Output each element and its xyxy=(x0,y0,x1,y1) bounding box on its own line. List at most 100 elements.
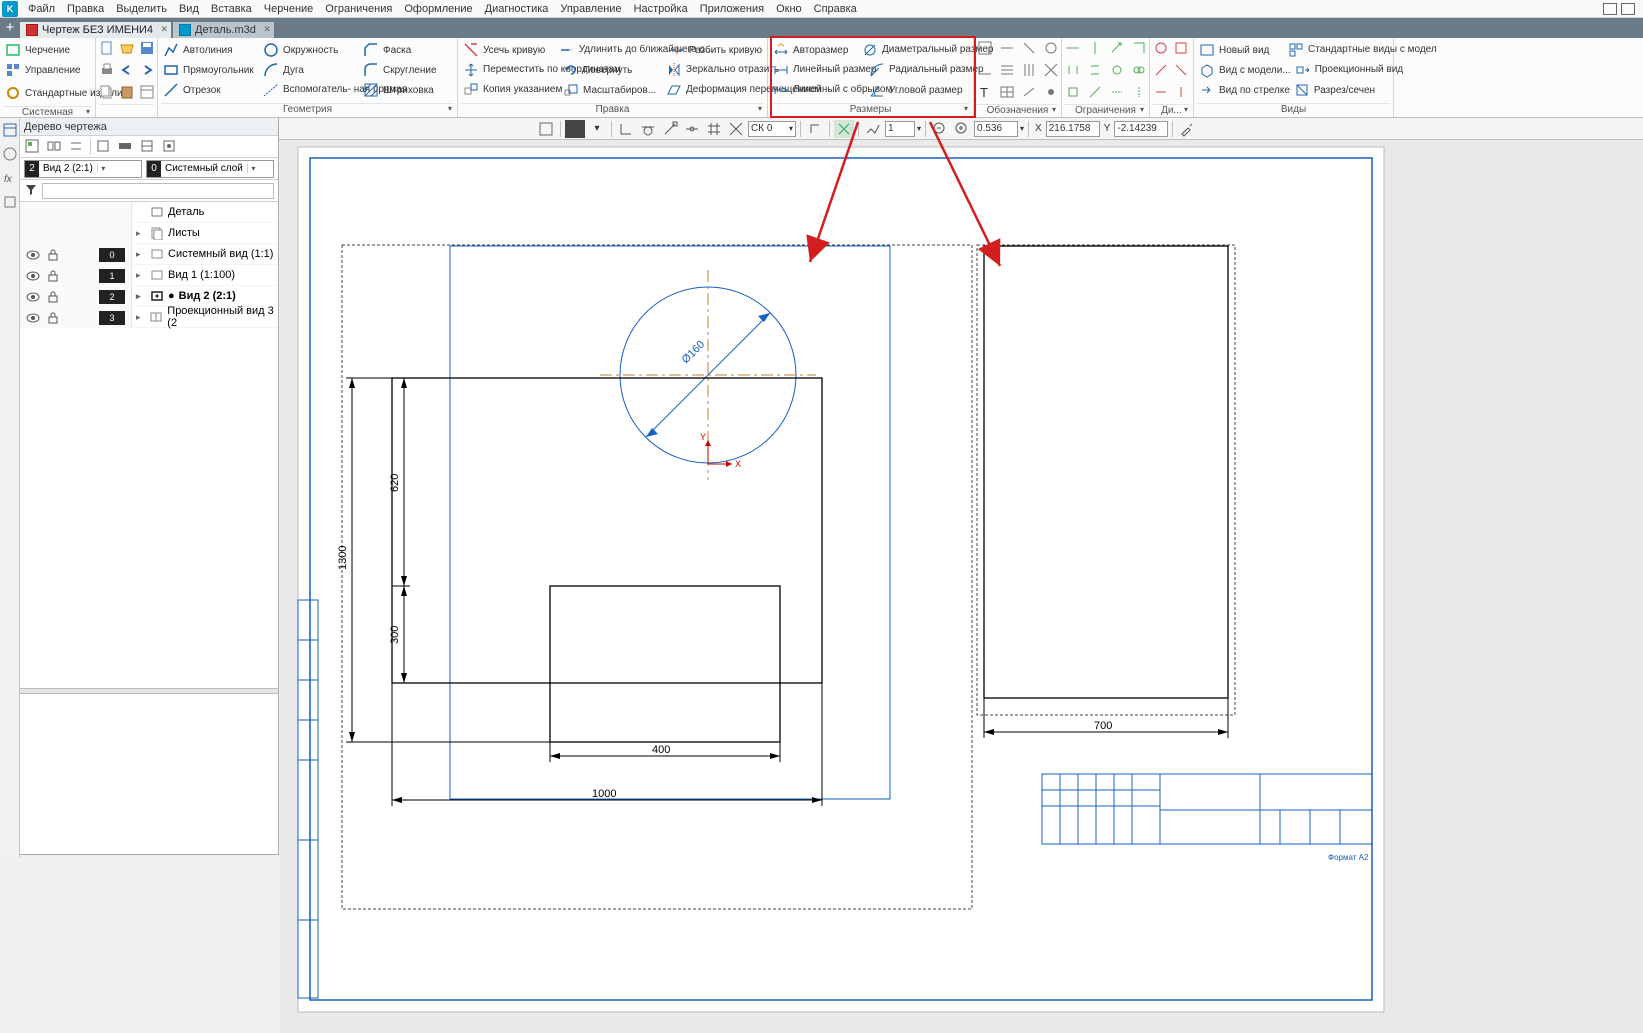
tree-node-root[interactable]: Деталь xyxy=(132,202,278,223)
menu-settings[interactable]: Настройка xyxy=(628,3,694,15)
note-icon[interactable] xyxy=(999,62,1017,80)
tree-node-view[interactable]: ▸Проекционный вид 3 (2 xyxy=(132,307,278,328)
scale-field[interactable]: 0.536 xyxy=(974,121,1018,137)
note-icon[interactable] xyxy=(1021,40,1039,58)
menu-diagnostics[interactable]: Диагностика xyxy=(479,3,555,15)
copy-by-point-button[interactable]: Копия указанием xyxy=(461,80,561,100)
note-icon[interactable] xyxy=(1043,40,1061,58)
table-icon[interactable] xyxy=(999,84,1017,102)
expand-icon[interactable]: ▸ xyxy=(136,228,146,239)
tree-tool-icon[interactable] xyxy=(161,138,179,156)
dropdown-icon[interactable]: ▾ xyxy=(86,107,90,116)
rotate-button[interactable]: Повернуть xyxy=(561,60,664,80)
view-combo[interactable]: 2 Вид 2 (2:1) ▾ xyxy=(24,160,142,178)
radial-dim-button[interactable]: Радиальный размер xyxy=(867,60,977,80)
color-swatch[interactable] xyxy=(565,120,585,138)
note-icon[interactable] xyxy=(1021,62,1039,80)
open-icon[interactable] xyxy=(119,40,137,58)
chamfer-button[interactable]: Фаска xyxy=(361,40,451,60)
new-icon[interactable] xyxy=(99,40,117,58)
tree-tool-icon[interactable] xyxy=(95,138,113,156)
layout-split-icon[interactable] xyxy=(1621,3,1635,15)
fillet-button[interactable]: Скругление xyxy=(361,60,451,80)
arrow-view-button[interactable]: Вид по стрелке xyxy=(1197,80,1292,100)
layer-combo[interactable]: 0 Системный слой ▾ xyxy=(146,160,274,178)
dropdown-icon[interactable]: ▾ xyxy=(1140,105,1144,114)
zoom-out-icon[interactable] xyxy=(930,120,950,138)
menu-manage[interactable]: Управление xyxy=(554,3,627,15)
snap-grid-icon[interactable] xyxy=(704,120,724,138)
tree-node-view[interactable]: ▸Вид 1 (1:100) xyxy=(132,265,278,286)
mirror-button[interactable]: Зеркально отразить xyxy=(664,60,764,80)
diag-icon[interactable] xyxy=(1173,84,1191,102)
menu-file[interactable]: Файл xyxy=(22,3,61,15)
dropdown-icon[interactable]: ▾ xyxy=(587,120,607,138)
y-field[interactable]: -2.14239 xyxy=(1114,121,1168,137)
tree-tool-icon[interactable] xyxy=(68,138,86,156)
rectangle-button[interactable]: Прямоугольник xyxy=(161,60,261,80)
tree-tool-icon[interactable] xyxy=(139,138,157,156)
zoom-in-icon[interactable] xyxy=(952,120,972,138)
note-icon[interactable] xyxy=(1043,62,1061,80)
params-tab-icon[interactable] xyxy=(2,146,18,162)
constraint-icon[interactable] xyxy=(1065,62,1083,80)
lock-icon[interactable] xyxy=(46,269,60,283)
layout-single-icon[interactable] xyxy=(1603,3,1617,15)
trim-button[interactable]: Усечь кривую xyxy=(461,40,557,60)
menu-edit[interactable]: Правка xyxy=(61,3,110,15)
constraint-icon[interactable] xyxy=(1131,40,1149,58)
mode-drafting-button[interactable]: Черчение xyxy=(3,40,92,60)
constraint-icon[interactable] xyxy=(1109,84,1127,102)
angular-dim-button[interactable]: Угловой размер xyxy=(867,80,970,100)
doc-tab-part[interactable]: Деталь.m3d ✕ xyxy=(173,22,274,38)
model-view-button[interactable]: Вид с модели... xyxy=(1197,60,1293,80)
dropdown-icon[interactable]: ▾ xyxy=(448,104,452,113)
constraint-icon[interactable] xyxy=(1131,84,1149,102)
scale-button[interactable]: Масштабиров... xyxy=(561,80,664,100)
autoline-button[interactable]: Автолиния xyxy=(161,40,261,60)
constraint-icon[interactable] xyxy=(1109,62,1127,80)
x-field[interactable]: 216.1758 xyxy=(1046,121,1100,137)
lock-icon[interactable] xyxy=(46,311,60,325)
eyedrop-icon[interactable] xyxy=(1177,120,1197,138)
snap-tan-icon[interactable] xyxy=(638,120,658,138)
autodim-button[interactable]: Авторазмер xyxy=(771,40,860,60)
move-button[interactable]: Переместить по координатам xyxy=(461,60,561,80)
ortho-toggle[interactable] xyxy=(834,120,854,138)
split-button[interactable]: Разбить кривую xyxy=(667,40,764,60)
tree-tool-icon[interactable] xyxy=(117,138,135,156)
text-icon[interactable]: T xyxy=(977,84,995,102)
diag-icon[interactable] xyxy=(1153,62,1171,80)
copy-icon[interactable] xyxy=(99,84,117,102)
vars-tab-icon[interactable] xyxy=(2,194,18,210)
step-field[interactable]: 1 xyxy=(885,121,915,137)
eye-icon[interactable] xyxy=(26,248,40,262)
new-tab-button[interactable]: + xyxy=(2,20,18,38)
section-button[interactable]: Разрез/сечен xyxy=(1292,80,1390,100)
tree-node-view-active[interactable]: ▸● Вид 2 (2:1) xyxy=(132,286,278,307)
menu-apps[interactable]: Приложения xyxy=(694,3,770,15)
grid-icon[interactable] xyxy=(536,120,556,138)
snap-mid-icon[interactable] xyxy=(682,120,702,138)
diag-icon[interactable] xyxy=(1153,84,1171,102)
paste-icon[interactable] xyxy=(119,84,137,102)
menu-layout[interactable]: Оформление xyxy=(398,3,478,15)
constraint-icon[interactable] xyxy=(1065,40,1083,58)
cs-combo[interactable]: СК 0▾ xyxy=(748,121,796,137)
dropdown-icon[interactable]: ▾ xyxy=(964,104,968,113)
note-icon[interactable] xyxy=(1043,84,1061,102)
dropdown-icon[interactable]: ▾ xyxy=(1184,105,1188,114)
arc-button[interactable]: Дуга xyxy=(261,60,361,80)
fx-tab-icon[interactable]: fx xyxy=(2,170,18,186)
menu-view[interactable]: Вид xyxy=(173,3,205,15)
menu-help[interactable]: Справка xyxy=(808,3,863,15)
filter-icon[interactable] xyxy=(24,182,38,199)
note-icon[interactable] xyxy=(977,62,995,80)
note-icon[interactable] xyxy=(1021,84,1039,102)
redo-icon[interactable] xyxy=(139,62,157,80)
drawing-canvas[interactable]: Ø160 X Y 1300 620 300 400 1000 700 xyxy=(280,140,1643,1033)
print-icon[interactable] xyxy=(99,62,117,80)
proj-view-button[interactable]: Проекционный вид xyxy=(1293,60,1397,80)
lock-icon[interactable] xyxy=(46,248,60,262)
expand-icon[interactable]: ▸ xyxy=(136,312,145,323)
